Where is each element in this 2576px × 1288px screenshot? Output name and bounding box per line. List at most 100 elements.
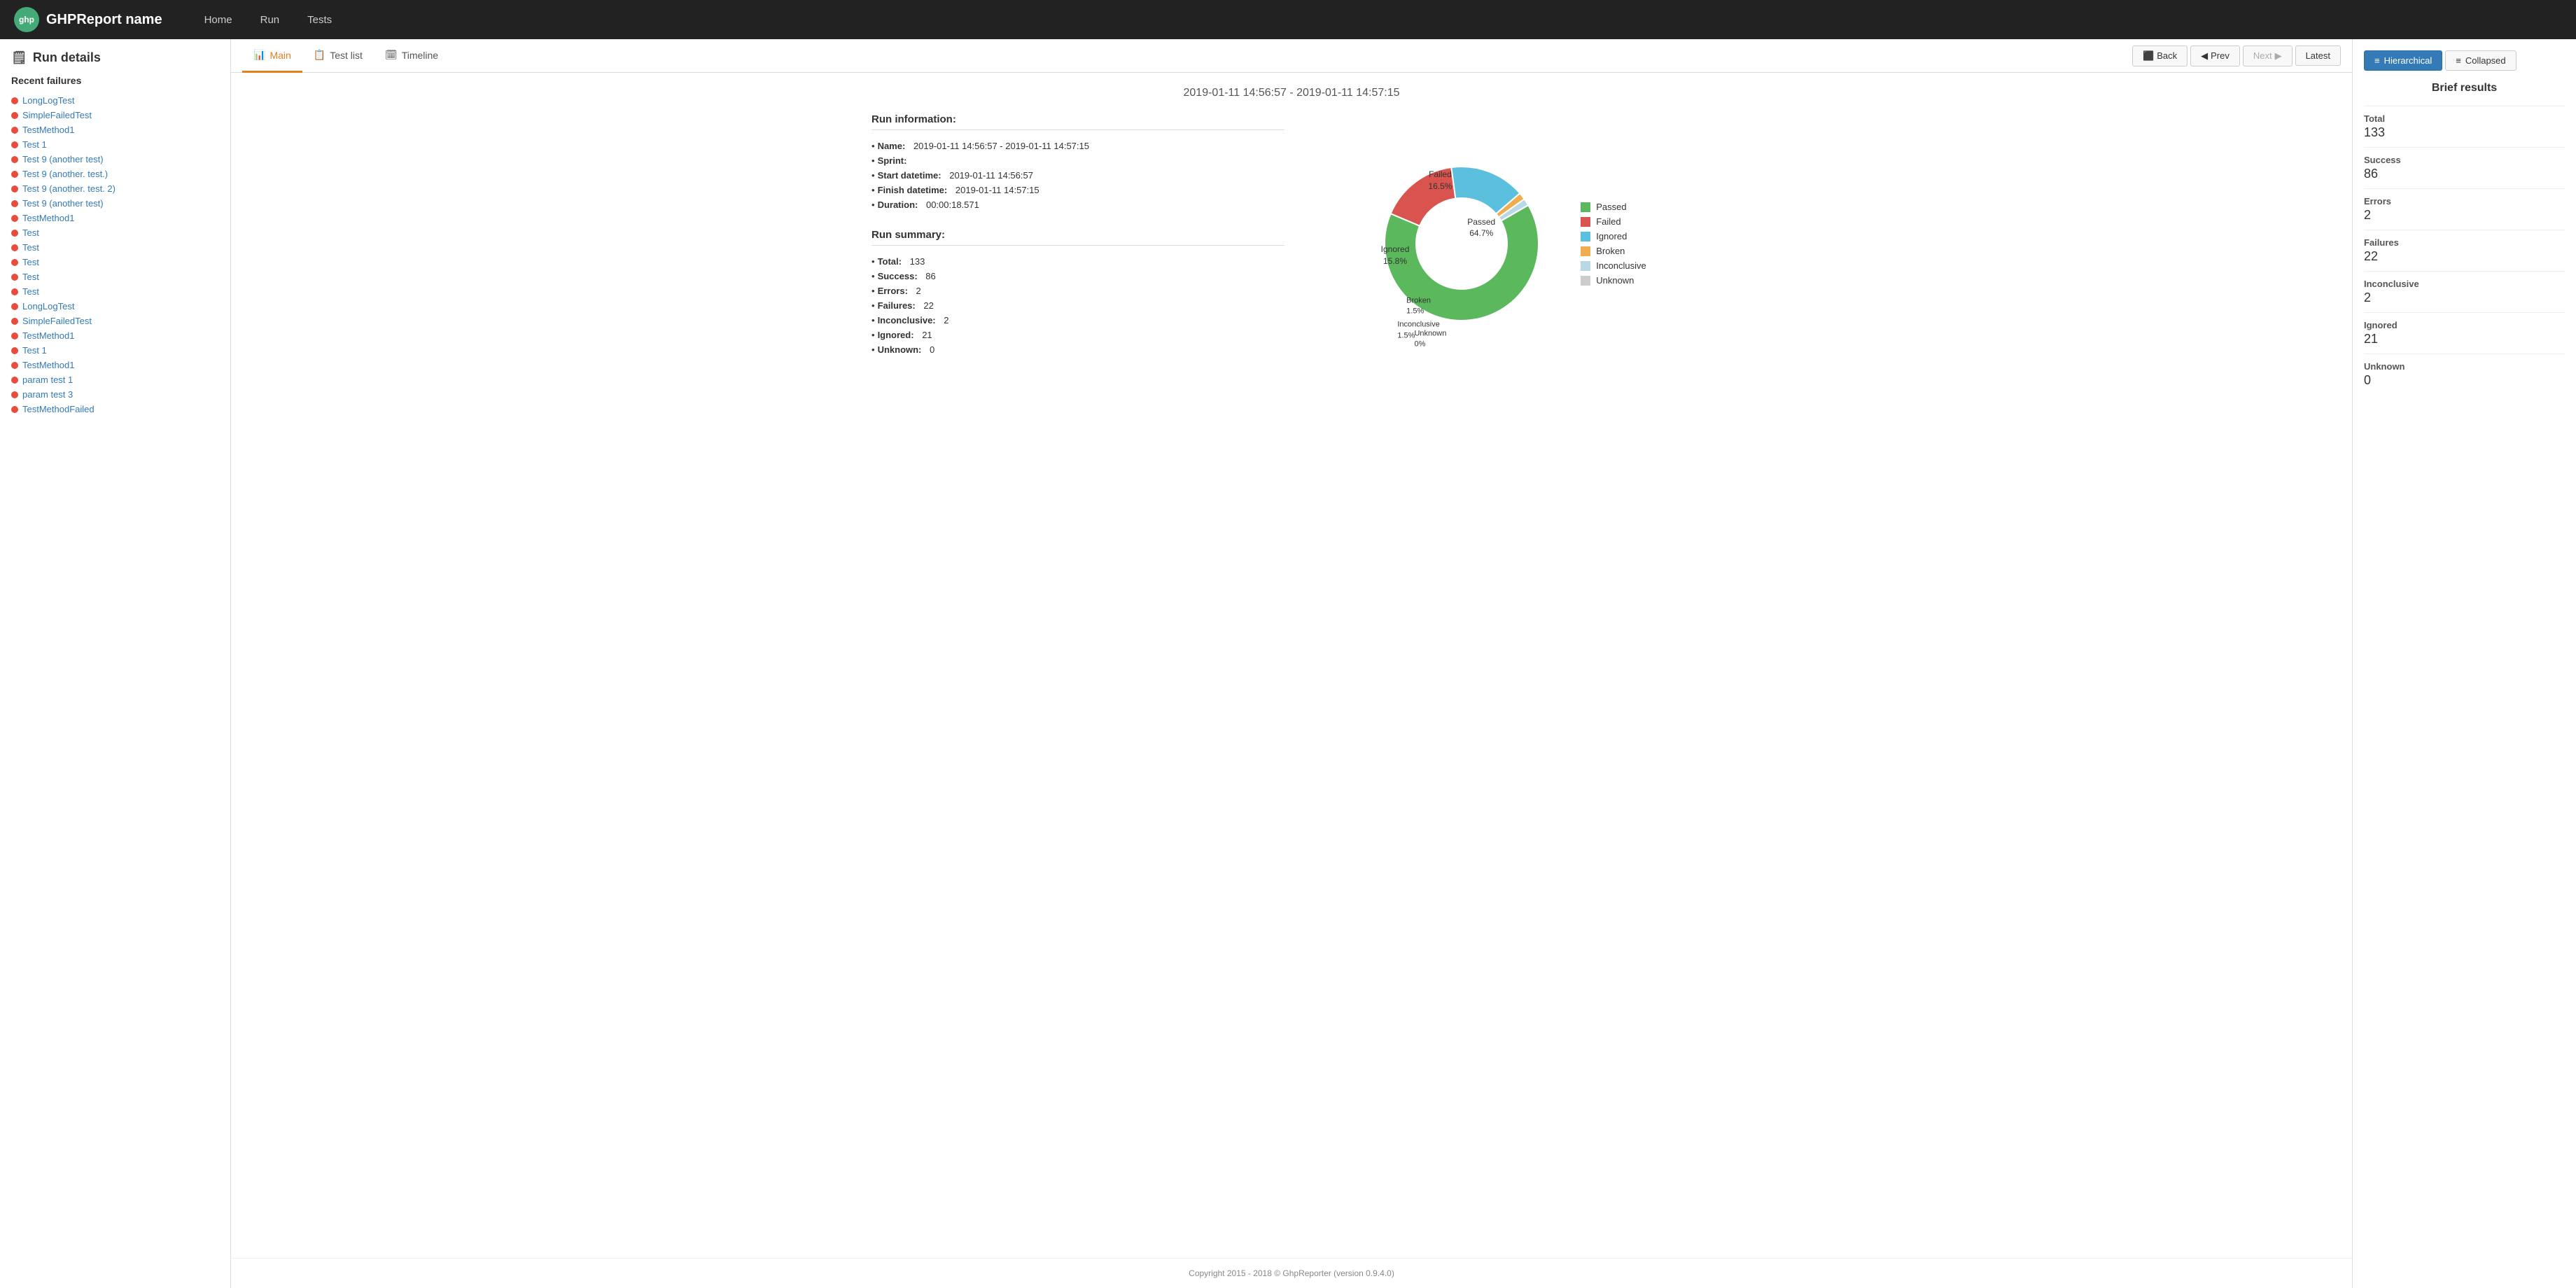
failure-item[interactable]: TestMethod1 (11, 358, 219, 372)
tab-test-list[interactable]: 📋 Test list (302, 39, 374, 73)
failure-item[interactable]: Test 9 (another. test.) (11, 167, 219, 181)
failure-item[interactable]: param test 3 (11, 387, 219, 402)
run-info: Run information: Name: 2019-01-11 14:56:… (872, 113, 1284, 374)
tabs-bar: 📊 Main 📋 Test list 🗓 Timeline ⬛ Back (231, 39, 2352, 73)
result-value-failures: 22 (2364, 249, 2565, 264)
result-row-total: Total 133 (2364, 106, 2565, 147)
result-label-ignored: Ignored (2364, 320, 2565, 330)
content-area: 📊 Main 📋 Test list 🗓 Timeline ⬛ Back (231, 39, 2352, 1288)
result-row-errors: Errors 2 (2364, 188, 2565, 230)
run-info-list: Name: 2019-01-11 14:56:57 - 2019-01-11 1… (872, 139, 1284, 212)
failure-item[interactable]: TestMethod1 (11, 211, 219, 225)
brief-results-title: Brief results (2364, 82, 2565, 94)
failure-dot (11, 406, 18, 413)
donut-chart: Passed64.7% Failed16.5% Ignored15.8% Bro… (1364, 146, 1560, 342)
legend-item-failed: Failed (1581, 216, 1646, 227)
sidebar: 🗒 Run details Recent failures LongLogTes… (0, 39, 231, 1288)
legend: Passed Failed Ignored Broken Inconclusiv… (1581, 202, 1646, 286)
failure-dot (11, 362, 18, 369)
failure-dot (11, 303, 18, 310)
prev-icon: ◀ (2201, 50, 2208, 62)
passed-label: Passed64.7% (1467, 216, 1495, 240)
result-label-unknown: Unknown (2364, 361, 2565, 372)
sidebar-title: 🗒 Run details (11, 50, 219, 65)
tab-main[interactable]: 📊 Main (242, 39, 302, 73)
prev-button[interactable]: ◀ Prev (2190, 46, 2240, 66)
info-duration: Duration: 00:00:18.571 (872, 197, 1284, 212)
next-icon: ▶ (2275, 50, 2282, 62)
failure-dot (11, 215, 18, 222)
result-row-ignored: Ignored 21 (2364, 312, 2565, 354)
legend-color (1581, 246, 1590, 256)
failure-item[interactable]: TestMethodFailed (11, 402, 219, 416)
legend-item-passed: Passed (1581, 202, 1646, 212)
failure-item[interactable]: SimpleFailedTest (11, 108, 219, 122)
main-content: 2019-01-11 14:56:57 - 2019-01-11 14:57:1… (231, 73, 2352, 1258)
latest-button[interactable]: Latest (2295, 46, 2341, 66)
result-value-inconclusive: 2 (2364, 290, 2565, 305)
failure-dot (11, 259, 18, 266)
recent-failures-header: Recent failures (11, 75, 219, 86)
failure-item[interactable]: Test 9 (another test) (11, 196, 219, 211)
result-label-success: Success (2364, 155, 2565, 165)
home-link[interactable]: Home (190, 1, 246, 38)
hierarchical-icon: ≡ (2374, 55, 2380, 66)
result-value-success: 86 (2364, 167, 2565, 181)
failure-item[interactable]: Test (11, 240, 219, 255)
run-body: Run information: Name: 2019-01-11 14:56:… (872, 113, 1712, 374)
failure-dot (11, 318, 18, 325)
brand-logo: ghp (14, 7, 39, 32)
tab-timeline[interactable]: 🗓 Timeline (374, 39, 449, 73)
failure-dot (11, 244, 18, 251)
failure-dot (11, 377, 18, 384)
failure-item[interactable]: TestMethod1 (11, 122, 219, 137)
result-label-total: Total (2364, 113, 2565, 124)
next-button[interactable]: Next ▶ (2243, 46, 2292, 66)
failure-dot (11, 200, 18, 207)
failure-item[interactable]: Test (11, 270, 219, 284)
legend-color (1581, 232, 1590, 241)
failure-item[interactable]: Test 9 (another test) (11, 152, 219, 167)
run-link[interactable]: Run (246, 1, 294, 38)
collapsed-btn[interactable]: ≡ Collapsed (2445, 50, 2516, 71)
main-nav: Home Run Tests (190, 1, 346, 38)
result-value-errors: 2 (2364, 208, 2565, 223)
summary-failures: Failures: 22 (872, 298, 1284, 313)
failure-item[interactable]: Test 1 (11, 343, 219, 358)
failure-dot (11, 274, 18, 281)
back-button[interactable]: ⬛ Back (2132, 46, 2188, 66)
result-row-success: Success 86 (2364, 147, 2565, 188)
info-name: Name: 2019-01-11 14:56:57 - 2019-01-11 1… (872, 139, 1284, 153)
legend-item-inconclusive: Inconclusive (1581, 260, 1646, 271)
info-sprint: Sprint: (872, 153, 1284, 168)
failure-dot (11, 112, 18, 119)
failure-item[interactable]: Test (11, 284, 219, 299)
right-panel: ≡ Hierarchical ≡ Collapsed Brief results… (2352, 39, 2576, 1288)
navbar: ghp GHPReport name Home Run Tests (0, 0, 2576, 39)
failure-item[interactable]: Test (11, 255, 219, 270)
list-icon: 📋 (314, 49, 326, 61)
result-label-failures: Failures (2364, 237, 2565, 248)
hierarchical-btn[interactable]: ≡ Hierarchical (2364, 50, 2442, 71)
tests-link[interactable]: Tests (293, 1, 346, 38)
chart-area: Passed64.7% Failed16.5% Ignored15.8% Bro… (1298, 113, 1712, 374)
page-container: 🗒 Run details Recent failures LongLogTes… (0, 39, 2576, 1288)
failure-item[interactable]: Test (11, 225, 219, 240)
failure-dot (11, 332, 18, 340)
result-value-unknown: 0 (2364, 373, 2565, 388)
failure-item[interactable]: Test 9 (another. test. 2) (11, 181, 219, 196)
failure-list: LongLogTestSimpleFailedTestTestMethod1Te… (11, 93, 219, 416)
summary-success: Success: 86 (872, 269, 1284, 284)
failure-item[interactable]: TestMethod1 (11, 328, 219, 343)
failure-item[interactable]: LongLogTest (11, 93, 219, 108)
failure-item[interactable]: SimpleFailedTest (11, 314, 219, 328)
failure-dot (11, 288, 18, 295)
failure-dot (11, 171, 18, 178)
failure-dot (11, 97, 18, 104)
result-row-unknown: Unknown 0 (2364, 354, 2565, 395)
failure-item[interactable]: param test 1 (11, 372, 219, 387)
legend-color (1581, 217, 1590, 227)
failure-item[interactable]: LongLogTest (11, 299, 219, 314)
failure-item[interactable]: Test 1 (11, 137, 219, 152)
failed-label: Failed16.5% (1428, 169, 1452, 193)
